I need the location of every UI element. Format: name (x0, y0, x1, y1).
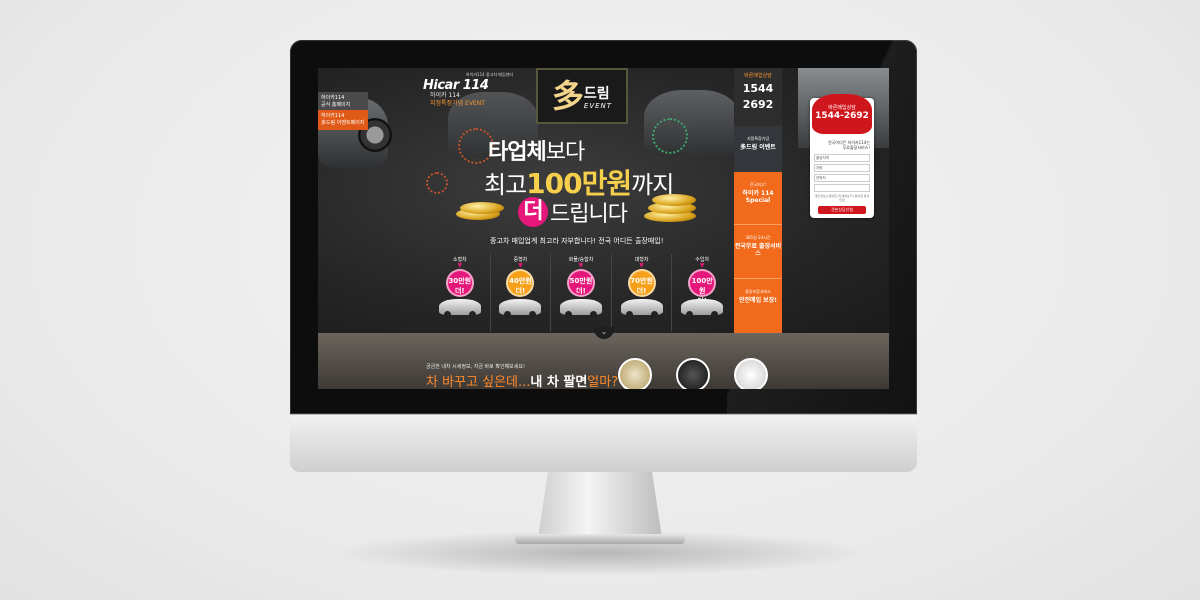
emblem-text: 드림 (583, 85, 610, 102)
extra-field[interactable] (814, 184, 870, 192)
category-more: 더! (454, 287, 465, 295)
category-amount: 40만원 (509, 277, 532, 285)
firework-decoration (652, 118, 688, 154)
phone-number-part: 2692 (742, 98, 774, 111)
menu-bold-label: 하이카 114 Special (742, 190, 774, 204)
left-tab-label: 공식 홈페이지 (321, 102, 351, 108)
panel-description: 전국어디든 하이카114는 무료출장서비스! (814, 140, 870, 150)
car-categories: 소형차 ▼ 30만원 더! 중형차 ▼ 40만원 더! 화물/승합차 ▼ 50만원 더… (430, 254, 732, 332)
headline-badge: 더 (518, 197, 548, 227)
car-image (559, 299, 602, 318)
hero-section: 하이카114 공식 홈페이지 하이카114 多드림 이벤트페이지 하이카114 … (318, 68, 889, 333)
left-tab-homepage[interactable]: 하이카114 공식 홈페이지 (318, 92, 368, 112)
emblem-sub: EVENT (583, 101, 613, 110)
panel-title: 바른매입상담 (828, 105, 856, 111)
panel-phone-badge[interactable]: 바른매입상담 1544-2692 (812, 94, 872, 134)
menu-dadream-event[interactable]: 지정특정기념 多드림 이벤트 (734, 126, 782, 172)
category-badge: 30만원더! (445, 269, 474, 297)
menu-small-label: 전국최고! (749, 182, 767, 187)
monitor-chin (290, 414, 917, 472)
website-screen: 하이카114 공식 홈페이지 하이카114 多드림 이벤트페이지 하이카114 … (318, 68, 889, 389)
bottom-small-text: 궁금한 내차 시세정보, 지금 바로 확인해보세요! (426, 364, 525, 370)
headline-rest: 드립니다 (550, 202, 628, 227)
category-more: 더! (636, 287, 647, 295)
privacy-agreement[interactable]: 개인정보수집방침 [자세히보기] 동의함 동의안함 (814, 194, 870, 202)
consult-form-panel: 바른매입상담 1544-2692 전국어디든 하이카114는 무료출장서비스! … (810, 94, 874, 218)
left-tab-label: 하이카114 (321, 113, 345, 119)
thumbnail-image[interactable] (734, 358, 768, 389)
logo-text: Hicar 114 (423, 78, 489, 93)
bottom-headline-pre: 차 바꾸고 싶은데... (426, 375, 531, 389)
menu-bold-label: 안전매입 보장! (739, 297, 777, 304)
headline-line3: 더 드립니다 (518, 196, 628, 228)
dadream-emblem: 多 드림 EVENT (536, 68, 628, 124)
category-amount: 70만원 (630, 277, 653, 285)
gold-coin-decoration (652, 194, 696, 206)
panel-phone: 1544-2692 (815, 111, 869, 121)
category-badge: 70만원더! (627, 269, 656, 297)
car-image (681, 299, 724, 318)
category-more: 더! (515, 287, 526, 295)
menu-safe-purchase[interactable]: 중장보증서비스 안전매입 보장! (734, 278, 782, 333)
region-field[interactable]: 출장지역 (814, 154, 870, 162)
gold-coin-decoration (460, 202, 504, 214)
left-tab-label: 하이카114 (321, 95, 345, 101)
category-small-car[interactable]: 소형차 ▼ 30만원 더! (430, 254, 490, 332)
submit-consult-button[interactable]: 견본상담신청 (818, 206, 866, 214)
category-amount: 100만원 (691, 277, 713, 295)
category-badge: 40만원더! (506, 269, 535, 297)
category-amount: 30만원 (448, 277, 472, 285)
emblem-character: 多 (551, 77, 584, 115)
bottom-headline-post: 얼마? (587, 375, 619, 389)
logo-subtitle: 하이카 114 지정특정기념 EVENT (430, 92, 485, 108)
menu-small-label: 중장보증서비스 (745, 289, 771, 294)
bottom-headline-bold: 내 차 팔면 (530, 375, 588, 389)
car-field[interactable]: 차량 (814, 164, 870, 172)
car-image (499, 299, 542, 318)
thumbnail-image[interactable] (676, 358, 710, 389)
category-mid-car[interactable]: 중형차 ▼ 40만원 더! (489, 254, 551, 332)
consult-phone-box[interactable]: 바른매입상담 1544 2692 (734, 68, 782, 126)
firework-decoration (426, 172, 448, 194)
category-amount: 50만원 (569, 277, 593, 285)
left-tab-event[interactable]: 하이카114 多드림 이벤트페이지 (318, 110, 368, 130)
left-tab-label: 多드림 이벤트페이지 (321, 120, 365, 126)
category-large-car[interactable]: 대형차 ▼ 70만원 더! (610, 254, 672, 332)
menu-small-label: 지정특정기념 (746, 136, 770, 141)
bottom-headline: 차 바꾸고 싶은데...내 차 팔면얼마? (426, 371, 618, 389)
menu-free-visit[interactable]: 365일 24시간 전국무료 출장서비스 (734, 224, 782, 278)
menu-bold-label: 多드림 이벤트 (740, 144, 776, 151)
category-badge: 100만원더! (688, 269, 717, 305)
category-more: 더! (576, 287, 586, 295)
headline-pre: 최고 (484, 171, 527, 199)
right-menu-column: 바른매입상담 1544 2692 지정특정기념 多드림 이벤트 전국최고! 하이… (734, 68, 782, 333)
consult-title: 바른매입상담 (744, 73, 772, 79)
menu-small-label: 365일 24시간 (745, 235, 771, 240)
category-badge: 50만원더! (566, 269, 595, 297)
category-import-car[interactable]: 수입차 ▼ 100만원더! (671, 254, 732, 332)
bottom-section: 궁금한 내차 시세정보, 지금 바로 확인해보세요! 차 바꾸고 싶은데...내… (318, 333, 889, 389)
monitor-stand (538, 472, 662, 538)
tagline: 중고차 매입업계 최고라 자부합니다! 전국 어디든 출장매입! (490, 237, 664, 245)
phone-field[interactable]: 연락처 (814, 174, 870, 182)
phone-number-part: 1544 (742, 82, 774, 95)
menu-bold-label: 전국무료 출장서비스 (734, 243, 782, 257)
category-van-truck[interactable]: 화물/승합차 ▼ 50만원 더! (550, 254, 611, 332)
logo-subtitle-line: 하이카 114 (430, 92, 460, 99)
hicar-logo[interactable]: 하이카114 중고차 매입센터 Hicar 114 (423, 72, 513, 93)
monitor-stand-base (515, 534, 685, 544)
thumbnail-image[interactable] (618, 358, 652, 389)
menu-hicar-special[interactable]: 전국최고! 하이카 114 Special (734, 172, 782, 224)
car-image (438, 299, 481, 318)
car-image (620, 299, 663, 318)
panel-desc-line: 무료출장서비스! (842, 145, 870, 150)
logo-subtitle-event: 지정특정기념 EVENT (430, 100, 485, 107)
